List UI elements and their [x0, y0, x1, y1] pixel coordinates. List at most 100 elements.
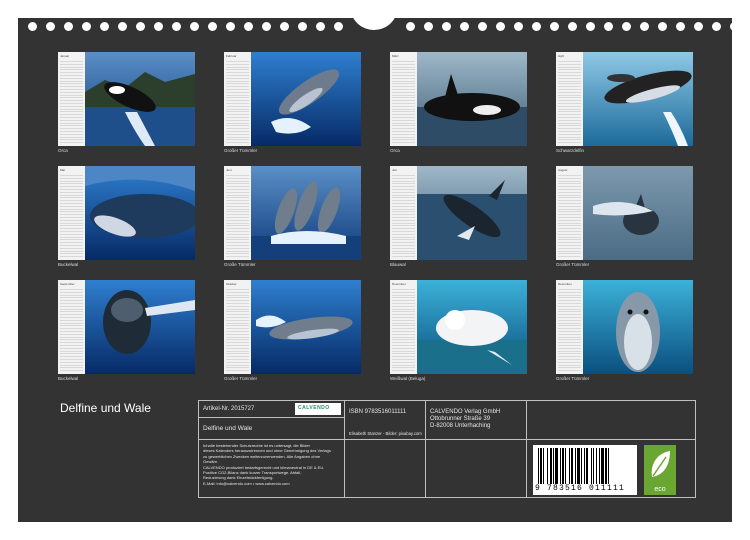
month-photo	[583, 166, 693, 260]
month-photo	[85, 166, 195, 260]
month-name: Mai	[60, 168, 65, 172]
eco-badge: eco	[644, 445, 676, 495]
binding-hole	[676, 22, 685, 31]
calendar-day-lines	[60, 173, 83, 258]
month-calendar-strip: Oktober	[224, 280, 251, 374]
month-caption: Großer Tümmler	[556, 376, 590, 381]
photo-credit: Elisabeth Stanzer - Bilder: pixabay.com	[349, 431, 422, 436]
binding-hole	[172, 22, 181, 31]
binding-hole	[442, 22, 451, 31]
calendar-day-lines	[60, 287, 83, 372]
binding-hole	[298, 22, 307, 31]
publisher-city: D-82008 Unterhaching	[430, 423, 491, 429]
month-caption: Weißwal (Beluga)	[390, 376, 426, 381]
photo-illustration	[583, 52, 693, 146]
photo-illustration	[251, 166, 361, 260]
calendar-day-lines	[226, 59, 249, 144]
binding-hole	[244, 22, 253, 31]
month-tile: März Orca	[390, 52, 527, 154]
calendar-title: Delfine und Wale	[60, 401, 151, 415]
month-tile: Januar Orca	[58, 52, 195, 154]
month-calendar-strip: November	[390, 280, 417, 374]
month-name: April	[558, 54, 565, 58]
month-name: Dezember	[558, 282, 572, 286]
binding-hole	[532, 22, 541, 31]
month-tile: September Buckelwal	[58, 280, 195, 382]
month-calendar-strip: August	[556, 166, 583, 260]
product-info-box: Artikel-Nr. 2015727 CALVENDO Delfine und…	[198, 400, 696, 498]
binding-hole	[100, 22, 109, 31]
binding-hole	[64, 22, 73, 31]
binding-hole	[514, 22, 523, 31]
legal-text: Inhalte bestehender Schutzrechte ist es …	[203, 443, 331, 486]
binding-hole	[496, 22, 505, 31]
month-photo	[417, 52, 527, 146]
month-caption: Große Tümmler	[224, 262, 256, 267]
month-photo	[417, 280, 527, 374]
month-photo	[251, 166, 361, 260]
binding-hole	[226, 22, 235, 31]
photo-illustration	[85, 166, 195, 260]
calendar-day-lines	[392, 287, 415, 372]
calendar-day-lines	[60, 59, 83, 144]
binding-hole	[478, 22, 487, 31]
binding-hole	[208, 22, 217, 31]
binding-hole	[730, 22, 739, 31]
month-name: Januar	[60, 54, 70, 58]
month-name: November	[392, 282, 406, 286]
month-name: September	[60, 282, 75, 286]
month-calendar-strip: Februar	[224, 52, 251, 146]
month-caption: Buckelwal	[58, 262, 79, 267]
binding-hole	[658, 22, 667, 31]
month-tile: Oktober Großer Tümmler	[224, 280, 361, 382]
month-calendar-strip: März	[390, 52, 417, 146]
product-title: Delfine und Wale	[203, 425, 253, 432]
month-photo	[85, 280, 195, 374]
binding-hole	[190, 22, 199, 31]
info-column-isbn: ISBN 9783516011111 Elisabeth Stanzer - B…	[345, 401, 426, 497]
legal-line: zu gewerblichen Zwecken weiterzuverwende…	[203, 453, 321, 459]
binding-hole	[694, 22, 703, 31]
month-caption: Großer Tümmler	[224, 148, 258, 153]
month-calendar-strip: Juli	[390, 166, 417, 260]
month-name: Oktober	[226, 282, 237, 286]
binding-hole	[154, 22, 163, 31]
info-column-left: Artikel-Nr. 2015727 CALVENDO Delfine und…	[199, 401, 345, 497]
calendar-day-lines	[226, 287, 249, 372]
photo-illustration	[85, 52, 195, 146]
month-calendar-strip: September	[58, 280, 85, 374]
barcode-bars	[538, 448, 609, 484]
binding-hole	[568, 22, 577, 31]
month-name: August	[558, 168, 568, 172]
month-photo	[251, 280, 361, 374]
month-caption: Großer Tümmler	[224, 376, 258, 381]
month-name: März	[392, 54, 399, 58]
binding-hole	[28, 22, 37, 31]
calendar-day-lines	[558, 173, 581, 258]
month-tile: April Schwarzdelfin	[556, 52, 693, 154]
photo-illustration	[251, 280, 361, 374]
month-photo	[251, 52, 361, 146]
month-name: Juli	[392, 168, 397, 172]
calendar-day-lines	[558, 59, 581, 144]
barcode: 9 783516 011111	[533, 445, 637, 495]
month-calendar-strip: Juni	[224, 166, 251, 260]
info-column-publisher: CALVENDO Verlag GmbH Ottobrunner Straße …	[426, 401, 527, 497]
month-caption: Buckelwal	[58, 376, 79, 381]
binding-hole	[334, 22, 343, 31]
publisher-street: Ottobrunner Straße 39	[430, 416, 491, 422]
photo-illustration	[417, 166, 527, 260]
photo-illustration	[251, 52, 361, 146]
month-photo	[85, 52, 195, 146]
binding-hole	[424, 22, 433, 31]
calendar-day-lines	[392, 59, 415, 144]
month-photo	[417, 166, 527, 260]
month-tile: August Großer Tümmler	[556, 166, 693, 268]
binding-hole	[640, 22, 649, 31]
binding-hole	[460, 22, 469, 31]
barcode-number: 9 783516 011111	[535, 484, 626, 493]
month-tile: Juli Blauwal	[390, 166, 527, 268]
month-caption: Großer Tümmler	[556, 262, 590, 267]
month-tile: Dezember Großer Tümmler	[556, 280, 693, 382]
binding-hole	[712, 22, 721, 31]
